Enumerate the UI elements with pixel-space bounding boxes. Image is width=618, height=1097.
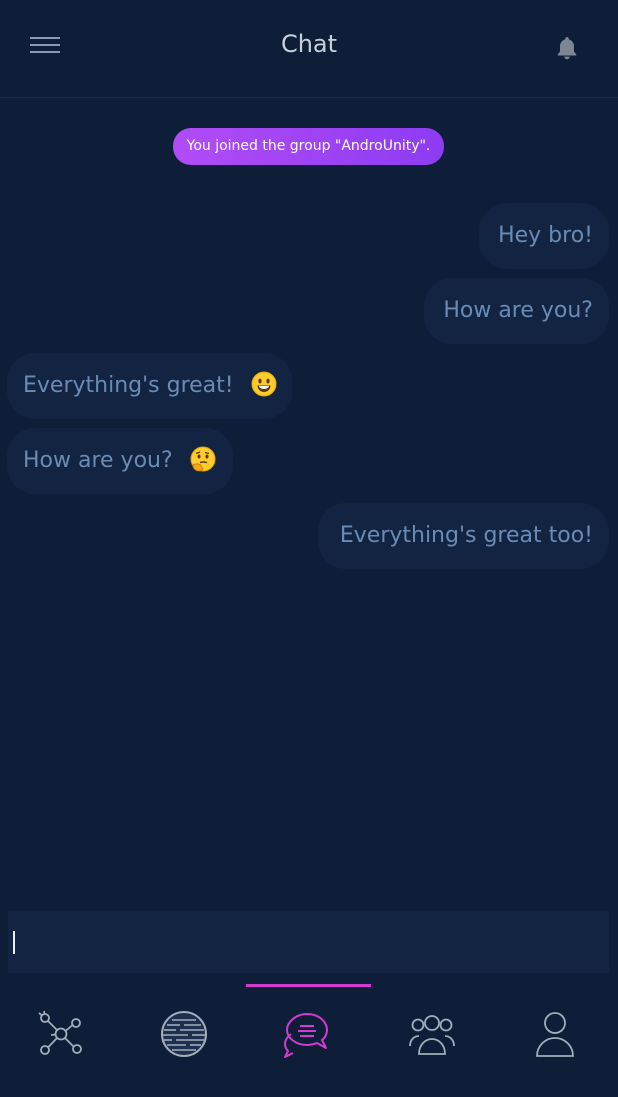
message-bubble-outgoing[interactable]: Hey bro!	[479, 203, 609, 269]
bell-icon[interactable]	[553, 34, 581, 62]
group-people-icon	[409, 1015, 455, 1055]
message-bubble-outgoing[interactable]: Everything's great too!	[318, 503, 609, 569]
page-title: Chat	[280, 30, 338, 58]
app-header: Chat	[0, 0, 618, 98]
hamburger-menu-icon[interactable]	[30, 36, 62, 56]
group-joined-notice: You joined the group "AndroUnity".	[173, 128, 444, 165]
message-bubble-incoming[interactable]: Everything's great!	[7, 353, 292, 419]
chat-screen: Chat You joined the group "AndroUnity". …	[0, 0, 618, 1097]
chat-bubbles-icon	[284, 1013, 328, 1058]
active-tab-indicator	[246, 984, 371, 987]
message-input[interactable]	[8, 911, 609, 973]
message-text: How are you?	[23, 448, 173, 473]
nav-item-group[interactable]	[406, 1008, 458, 1060]
message-text: Hey bro!	[498, 223, 593, 248]
user-profile-icon	[536, 1012, 574, 1057]
nav-item-chat[interactable]	[281, 1008, 333, 1060]
message-bubble-incoming[interactable]: How are you?	[7, 428, 233, 494]
nav-item-globe[interactable]	[158, 1008, 210, 1060]
message-composer	[8, 911, 609, 973]
network-nodes-icon	[38, 1010, 82, 1055]
thinking-face-emoji	[190, 446, 216, 472]
bottom-navigation	[0, 984, 618, 1097]
text-cursor	[13, 931, 15, 954]
message-text: Everything's great!	[23, 373, 234, 398]
message-text: Everything's great too!	[339, 523, 593, 548]
nav-item-network[interactable]	[35, 1008, 87, 1060]
message-text: How are you?	[443, 298, 593, 323]
message-bubble-outgoing[interactable]: How are you?	[424, 278, 609, 344]
globe-icon	[161, 1011, 207, 1057]
grinning-face-emoji	[251, 371, 277, 397]
nav-item-profile[interactable]	[529, 1008, 581, 1060]
